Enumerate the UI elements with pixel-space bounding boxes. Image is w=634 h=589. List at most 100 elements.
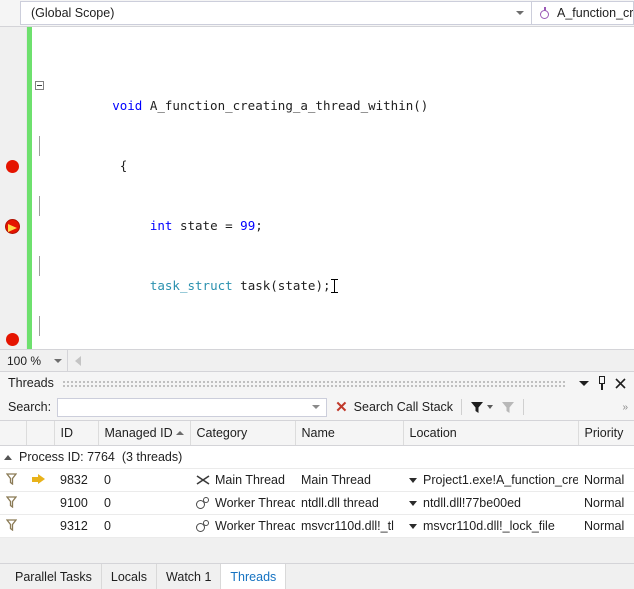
sort-ascending-icon	[175, 431, 184, 435]
column-header-priority[interactable]: Priority	[578, 421, 634, 446]
panel-drag-handle[interactable]	[61, 379, 566, 387]
row-flag-cell[interactable]	[0, 491, 26, 515]
table-row[interactable]: 9100 0 Worker Thread ntdll.dll thread nt…	[0, 491, 634, 515]
clear-search-icon[interactable]: ✕	[335, 400, 348, 415]
row-current-cell	[26, 514, 54, 538]
fold-line	[39, 316, 40, 336]
row-location[interactable]: ntdll.dll!77be00ed	[403, 491, 578, 515]
column-header-name[interactable]: Name	[295, 421, 404, 446]
flag-icon[interactable]	[5, 495, 18, 508]
search-call-stack-button[interactable]: Search Call Stack	[354, 400, 453, 414]
row-current-cell	[26, 468, 54, 492]
column-header-current[interactable]	[26, 421, 55, 446]
row-managed-id: 0	[98, 491, 190, 515]
pin-icon	[596, 376, 608, 390]
zoom-level-dropdown[interactable]: 100 %	[0, 350, 68, 371]
process-group-row[interactable]: Process ID: 7764 (3 threads)	[0, 445, 634, 469]
row-managed-id: 0	[98, 468, 190, 492]
chevron-down-icon	[579, 380, 589, 386]
code-line	[32, 316, 634, 336]
funnel-clear-icon[interactable]	[501, 400, 515, 414]
visual-studio-window: (Global Scope) A_function_creatin void A…	[0, 0, 634, 589]
threads-toolbar: Search: ✕ Search Call Stack »	[0, 394, 634, 421]
column-header-flag[interactable]	[0, 421, 27, 446]
panel-title: Threads	[8, 376, 54, 390]
table-row[interactable]: 9832 0 Main Thread Main Thread Project1.…	[0, 468, 634, 492]
row-location-label: Project1.exe!A_function_crea	[423, 473, 578, 487]
process-group-label: Process ID: 7764	[19, 450, 115, 464]
code-line: int state = 99;	[32, 196, 634, 233]
code-text[interactable]: void A_function_creating_a_thread_within…	[32, 27, 634, 349]
chevron-down-icon[interactable]	[487, 405, 494, 409]
row-location[interactable]: msvcr110d.dll!_lock_file	[403, 514, 578, 538]
table-row[interactable]: 9312 0 Worker Thread msvcr110d.dll!_tl m…	[0, 514, 634, 538]
row-id: 9312	[54, 514, 98, 538]
panel-menu-button[interactable]	[576, 375, 592, 391]
editor-status-bar: 100 %	[0, 349, 634, 372]
chevron-down-icon[interactable]	[409, 477, 417, 483]
scope-dropdown[interactable]: (Global Scope)	[20, 1, 532, 25]
breakpoint-gutter[interactable]	[0, 27, 27, 349]
panel-close-button[interactable]	[612, 375, 628, 391]
worker-thread-icon	[196, 519, 210, 533]
panel-pin-button[interactable]	[594, 375, 610, 391]
chevron-down-icon[interactable]	[312, 405, 321, 409]
row-flag-cell[interactable]	[0, 468, 26, 492]
flag-icon[interactable]	[5, 472, 18, 485]
search-label: Search:	[8, 400, 52, 414]
row-location[interactable]: Project1.exe!A_function_crea	[403, 468, 578, 492]
breakpoint-glyph[interactable]	[6, 160, 19, 173]
fold-line	[39, 136, 40, 156]
search-input[interactable]	[57, 397, 328, 417]
row-category: Main Thread	[190, 468, 295, 492]
column-header-id[interactable]: ID	[54, 421, 99, 446]
row-name: ntdll.dll thread	[295, 491, 403, 515]
chevron-down-icon	[516, 11, 524, 15]
threads-panel: Threads Search: ✕ Search Call Stack » ID…	[0, 372, 634, 538]
row-priority: Normal	[578, 468, 634, 492]
editor-navigation-bar: (Global Scope) A_function_creatin	[0, 0, 634, 27]
scroll-left-arrow-icon[interactable]	[75, 355, 81, 366]
table-header-row: ID Managed ID Category Name Location Pri…	[0, 421, 634, 446]
worker-thread-icon	[196, 496, 210, 510]
chevron-up-icon[interactable]	[4, 455, 12, 460]
fold-line	[39, 256, 40, 276]
main-thread-icon	[196, 475, 210, 485]
column-header-location[interactable]: Location	[403, 421, 579, 446]
current-statement-glyph[interactable]	[5, 219, 20, 234]
row-name: msvcr110d.dll!_tl	[295, 514, 403, 538]
code-editor[interactable]: void A_function_creating_a_thread_within…	[0, 27, 634, 349]
collapse-icon[interactable]	[35, 81, 44, 90]
method-icon	[539, 6, 552, 20]
toolbar-overflow-button[interactable]: »	[622, 402, 628, 413]
row-category: Worker Thread	[190, 491, 295, 515]
chevron-down-icon[interactable]	[409, 500, 417, 506]
breakpoint-glyph[interactable]	[6, 333, 19, 346]
row-name: Main Thread	[295, 468, 403, 492]
tab-watch-1[interactable]: Watch 1	[157, 564, 222, 589]
tab-threads[interactable]: Threads	[221, 564, 287, 589]
row-flag-cell[interactable]	[0, 514, 26, 538]
tab-locals[interactable]: Locals	[102, 564, 158, 589]
row-id: 9832	[54, 468, 98, 492]
chevron-down-icon	[54, 358, 62, 363]
member-dropdown-value: A_function_creatin	[557, 6, 634, 20]
process-group-cell[interactable]: Process ID: 7764 (3 threads)	[0, 445, 634, 469]
member-dropdown[interactable]: A_function_creatin	[532, 1, 634, 25]
flag-icon[interactable]	[5, 518, 18, 531]
row-priority: Normal	[578, 514, 634, 538]
column-header-category[interactable]: Category	[190, 421, 296, 446]
process-thread-count: (3 threads)	[121, 450, 183, 464]
code-line: task_struct task(state);	[32, 256, 634, 293]
row-location-label: msvcr110d.dll!_lock_file	[423, 519, 555, 533]
mouse-text-cursor	[330, 279, 338, 293]
row-current-cell	[26, 491, 54, 515]
chevron-down-icon[interactable]	[409, 523, 417, 529]
row-managed-id: 0	[98, 514, 190, 538]
row-priority: Normal	[578, 491, 634, 515]
current-thread-arrow-icon	[32, 474, 46, 484]
row-category-label: Worker Thread	[215, 496, 295, 510]
tab-parallel-tasks[interactable]: Parallel Tasks	[6, 564, 102, 589]
column-header-managed-id[interactable]: Managed ID	[98, 421, 191, 446]
funnel-icon[interactable]	[470, 400, 484, 414]
